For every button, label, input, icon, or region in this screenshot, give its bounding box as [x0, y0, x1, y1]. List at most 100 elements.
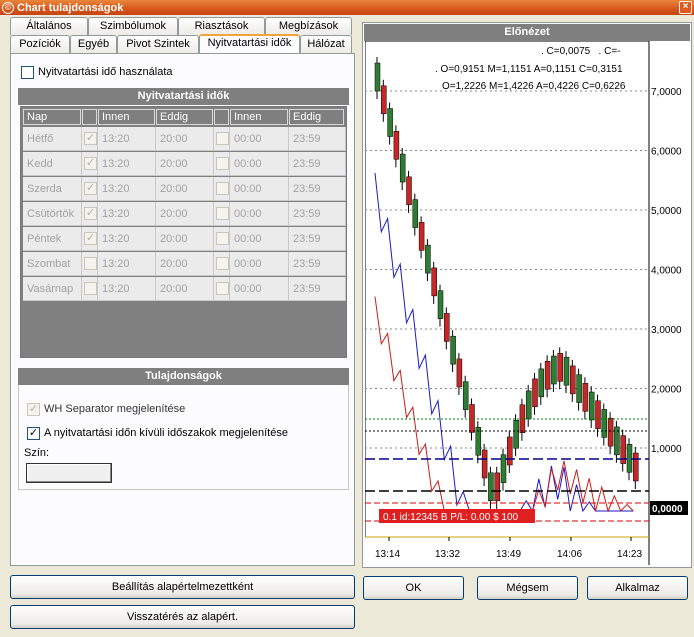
column-header-check1	[82, 109, 97, 125]
cell-day[interactable]: Péntek	[23, 227, 82, 251]
cell-time[interactable]: 13:20	[98, 227, 156, 251]
apply-button[interactable]: Alkalmaz	[587, 576, 688, 600]
cell-time[interactable]: 00:00	[230, 177, 289, 201]
cell-time[interactable]: 13:20	[98, 252, 156, 276]
cell-day[interactable]: Szombat	[23, 252, 82, 276]
y-tick-label: 6,0000	[651, 147, 682, 158]
tab-riasztasok[interactable]: Riasztások	[178, 17, 265, 35]
tab-halozat[interactable]: Hálózat	[300, 35, 352, 53]
x-tick-label: 14:23	[617, 549, 642, 560]
cell-time[interactable]: 13:20	[98, 202, 156, 226]
cell-time[interactable]: 23:59	[289, 277, 346, 301]
revert-default-button[interactable]: Visszatérés az alapért.	[10, 605, 355, 629]
row-enable-checkbox[interactable]	[216, 207, 229, 220]
candle-body	[494, 472, 500, 502]
cell-time[interactable]: 00:00	[230, 152, 289, 176]
cell-enable	[214, 277, 230, 301]
cell-day[interactable]: Hétfő	[23, 127, 82, 151]
cell-time[interactable]: 20:00	[156, 177, 214, 201]
cancel-button[interactable]: Mégsem	[477, 576, 578, 600]
cell-time[interactable]: 00:00	[230, 227, 289, 251]
row-enable-checkbox[interactable]	[216, 282, 229, 295]
cell-time[interactable]: 20:00	[156, 127, 214, 151]
use-hours-checkbox[interactable]	[21, 66, 34, 79]
cell-day[interactable]: Kedd	[23, 152, 82, 176]
table-row: Csütörtök ✓ 13:20 20:00 00:00 23:59	[22, 202, 346, 227]
set-default-button[interactable]: Beállítás alapértelmezettként	[10, 575, 355, 599]
cell-time[interactable]: 13:20	[98, 177, 156, 201]
candle-body	[450, 335, 456, 365]
cell-time[interactable]: 23:59	[289, 227, 346, 251]
row-enable-checkbox[interactable]	[84, 257, 97, 270]
y-tick-label: 5,0000	[651, 206, 682, 217]
tab-nyitvatartasi-idok[interactable]: Nyitvatartási idők	[199, 34, 300, 53]
y-tick-label: 1,0000	[651, 444, 682, 455]
tab-pivot-szintek[interactable]: Pivot Szintek	[117, 35, 199, 53]
table-row: Szombat 13:20 20:00 00:00 23:59	[22, 252, 346, 277]
row-enable-checkbox[interactable]	[216, 157, 229, 170]
use-hours-label: Nyitvatartási idő használata	[38, 66, 173, 78]
cell-enable	[214, 227, 230, 251]
cell-time[interactable]: 23:59	[289, 127, 346, 151]
title-bar: © Chart tulajdonságok ×	[0, 0, 694, 15]
candle-body	[462, 381, 469, 410]
cell-time[interactable]: 20:00	[156, 152, 214, 176]
color-picker-button[interactable]	[26, 463, 112, 483]
y-tick-label: 3,0000	[651, 325, 682, 336]
tab-altalanos[interactable]: Általános	[10, 17, 88, 35]
x-tick-label: 13:32	[435, 549, 460, 560]
cell-enable: ✓	[82, 127, 98, 151]
column-header-to2: Eddig	[289, 109, 344, 125]
cell-time[interactable]: 20:00	[156, 227, 214, 251]
candle-body	[532, 378, 538, 408]
row-enable-checkbox[interactable]	[216, 257, 229, 270]
row-enable-checkbox[interactable]	[216, 182, 229, 195]
cell-time[interactable]: 23:59	[289, 177, 346, 201]
tab-szimbolumok[interactable]: Szimbólumok	[88, 17, 178, 35]
cell-day[interactable]: Csütörtök	[23, 202, 82, 226]
cell-enable: ✓	[82, 152, 98, 176]
cell-time[interactable]: 00:00	[230, 252, 289, 276]
column-header-day: Nap	[23, 109, 81, 125]
cell-day[interactable]: Szerda	[23, 177, 82, 201]
close-icon[interactable]: ×	[679, 1, 692, 14]
current-price-label: 0,0000	[652, 504, 683, 515]
cell-day[interactable]: Vasárnap	[23, 277, 82, 301]
cell-time[interactable]: 23:59	[289, 252, 346, 276]
tab-egyeb[interactable]: Egyéb	[70, 35, 117, 53]
tab-megbizasok[interactable]: Megbízások	[265, 17, 352, 35]
cell-time[interactable]: 13:20	[98, 152, 156, 176]
candle-body	[456, 358, 463, 388]
row-enable-checkbox[interactable]	[216, 132, 229, 145]
cell-time[interactable]: 23:59	[289, 202, 346, 226]
wh-separator-checkbox[interactable]: ✓	[27, 403, 40, 416]
cell-time[interactable]: 20:00	[156, 277, 214, 301]
tab-poziciok[interactable]: Pozíciók	[10, 35, 70, 53]
cell-time[interactable]: 00:00	[230, 202, 289, 226]
properties-title: Tulajdonságok	[18, 368, 349, 385]
row-enable-checkbox[interactable]	[216, 232, 229, 245]
cell-time[interactable]: 20:00	[156, 252, 214, 276]
cell-time[interactable]: 13:20	[98, 277, 156, 301]
preview-chart-svg: 7,0000 6,0000 5,0000 4,0000 3,0000 2,0000 1,00…	[364, 40, 688, 565]
row-enable-checkbox[interactable]: ✓	[84, 207, 97, 220]
row-enable-checkbox[interactable]: ✓	[84, 132, 97, 145]
candle-body	[557, 353, 563, 382]
show-outside-label: A nyitvatartási időn kívüli időszakok me…	[44, 427, 288, 439]
ohlc-line-3: O=1,2226 M=1,4226 A=0,4226 C=0,6226	[442, 81, 626, 92]
candle-body	[437, 290, 444, 319]
cell-time[interactable]: 23:59	[289, 152, 346, 176]
wh-separator-label: WH Separator megjelenítése	[44, 403, 186, 415]
row-enable-checkbox[interactable]	[84, 282, 97, 295]
candle-body	[393, 131, 400, 160]
row-enable-checkbox[interactable]: ✓	[84, 157, 97, 170]
cell-time[interactable]: 00:00	[230, 277, 289, 301]
row-enable-checkbox[interactable]: ✓	[84, 182, 97, 195]
row-enable-checkbox[interactable]: ✓	[84, 232, 97, 245]
ok-button[interactable]: OK	[363, 576, 464, 600]
cell-time[interactable]: 00:00	[230, 127, 289, 151]
candle-body	[418, 222, 425, 251]
cell-time[interactable]: 20:00	[156, 202, 214, 226]
cell-time[interactable]: 13:20	[98, 127, 156, 151]
show-outside-checkbox[interactable]: ✓	[27, 427, 40, 440]
